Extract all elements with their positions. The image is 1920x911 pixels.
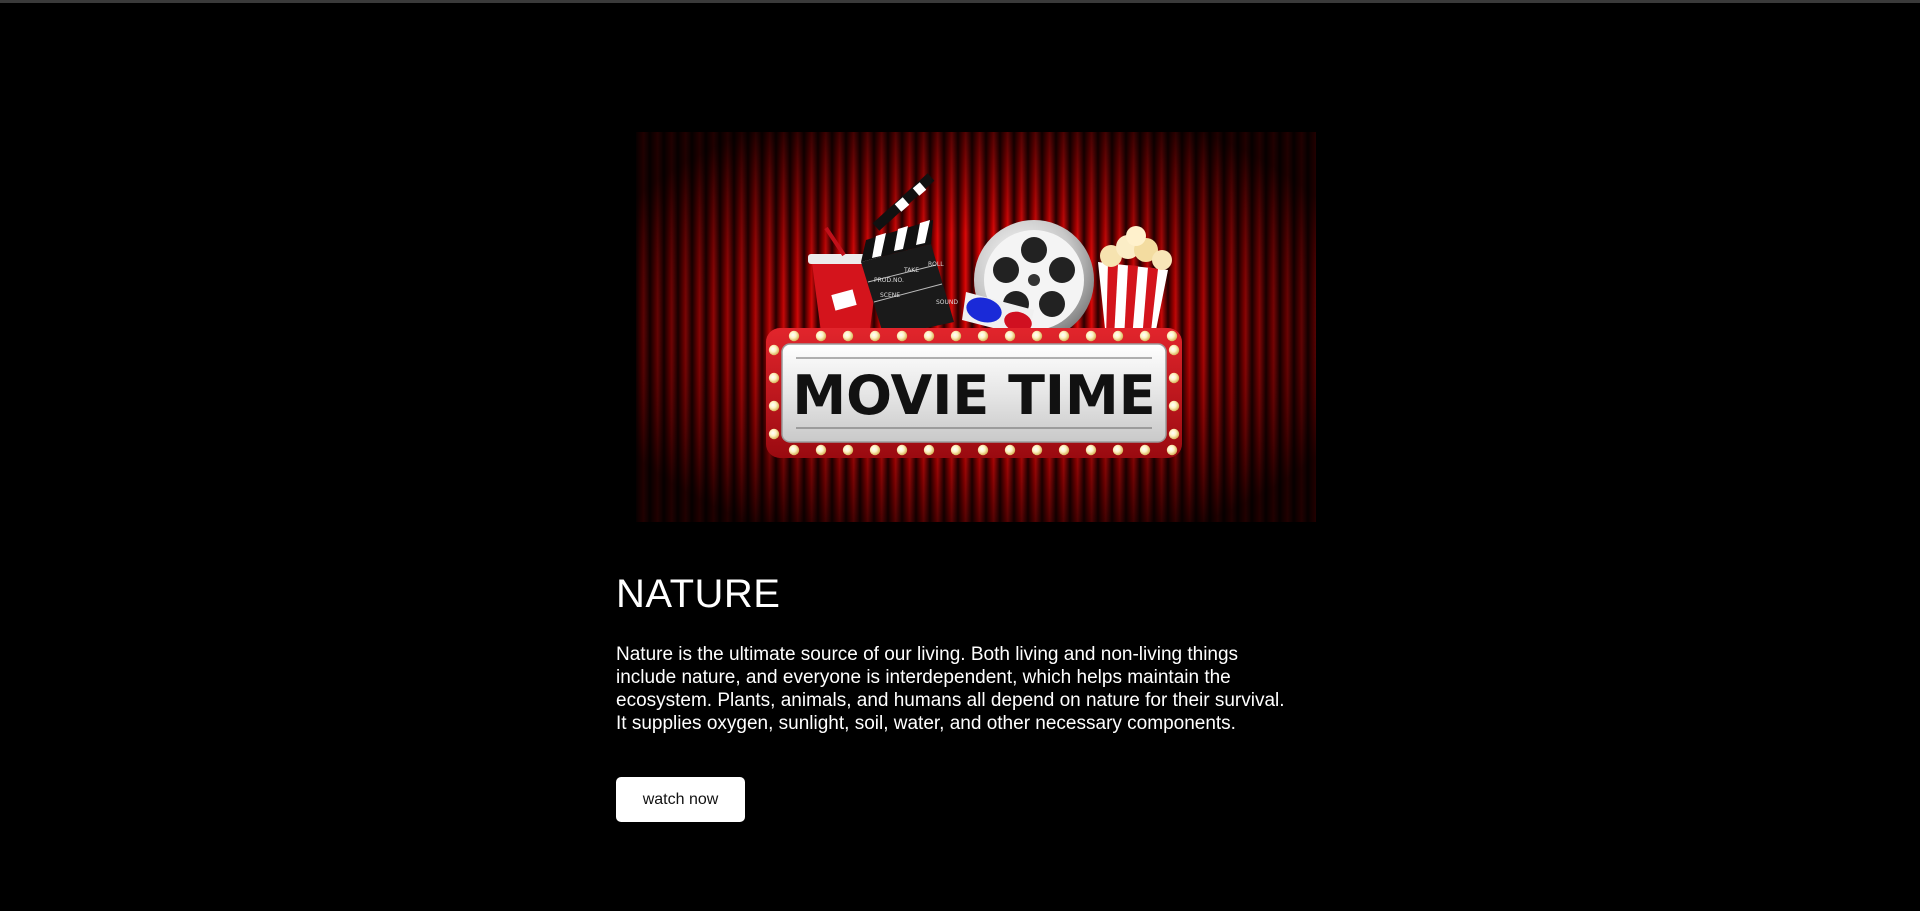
marquee-bulb — [1004, 330, 1016, 342]
marquee-bulb — [1139, 444, 1151, 456]
marquee-bulb — [896, 330, 908, 342]
marquee-bulb — [1166, 444, 1178, 456]
marquee-bulb — [1168, 400, 1180, 412]
marquee-bulb — [1166, 330, 1178, 342]
marquee-bulb — [977, 330, 989, 342]
marquee-bulb — [842, 330, 854, 342]
marquee-bulb — [788, 330, 800, 342]
marquee-bulb — [869, 330, 881, 342]
marquee-bulb — [768, 400, 780, 412]
marquee-bulb — [1031, 444, 1043, 456]
movie-time-poster-image: PROD.NO. TAKE ROLL SCENE SOUND MOVIE TIM… — [636, 132, 1316, 522]
browser-top-edge — [0, 0, 1920, 3]
marquee-bulb — [768, 372, 780, 384]
marquee-bulb — [1058, 444, 1070, 456]
page-title: NATURE — [616, 572, 781, 616]
marquee-bulb — [950, 330, 962, 342]
marquee-bulb — [950, 444, 962, 456]
marquee-bulb — [788, 444, 800, 456]
marquee-bulb — [923, 330, 935, 342]
marquee-bulb — [923, 444, 935, 456]
marquee-bulb — [1112, 444, 1124, 456]
marquee-title: MOVIE TIME — [792, 364, 1155, 427]
marquee-bulb — [1058, 330, 1070, 342]
marquee-bulb — [768, 344, 780, 356]
watch-now-button[interactable]: watch now — [616, 777, 745, 822]
marquee-bulb — [1139, 330, 1151, 342]
movie-poster: PROD.NO. TAKE ROLL SCENE SOUND MOVIE TIM… — [636, 132, 1316, 522]
marquee-bulb — [1168, 372, 1180, 384]
svg-text:SOUND: SOUND — [936, 299, 958, 306]
marquee-bulb — [977, 444, 989, 456]
movie-card: PROD.NO. TAKE ROLL SCENE SOUND MOVIE TIM… — [616, 132, 1316, 822]
marquee-bulb — [896, 444, 908, 456]
marquee-bulb — [768, 428, 780, 440]
svg-text:SCENE: SCENE — [880, 292, 900, 299]
marquee-bulb — [1112, 330, 1124, 342]
svg-text:TAKE: TAKE — [903, 267, 919, 274]
marquee-bulb — [869, 444, 881, 456]
description-text: Nature is the ultimate source of our liv… — [616, 644, 1285, 734]
marquee-bulb — [1004, 444, 1016, 456]
marquee-bulb — [1085, 444, 1097, 456]
marquee-bulb — [815, 330, 827, 342]
marquee-bulb — [1031, 330, 1043, 342]
svg-text:ROLL: ROLL — [928, 261, 944, 268]
marquee-bulb — [1168, 428, 1180, 440]
marquee-bulb — [1085, 330, 1097, 342]
svg-text:PROD.NO.: PROD.NO. — [874, 277, 904, 284]
marquee-bulb — [1168, 344, 1180, 356]
marquee-bulb — [815, 444, 827, 456]
marquee-sign: MOVIE TIME — [766, 328, 1182, 458]
marquee-bulb — [842, 444, 854, 456]
